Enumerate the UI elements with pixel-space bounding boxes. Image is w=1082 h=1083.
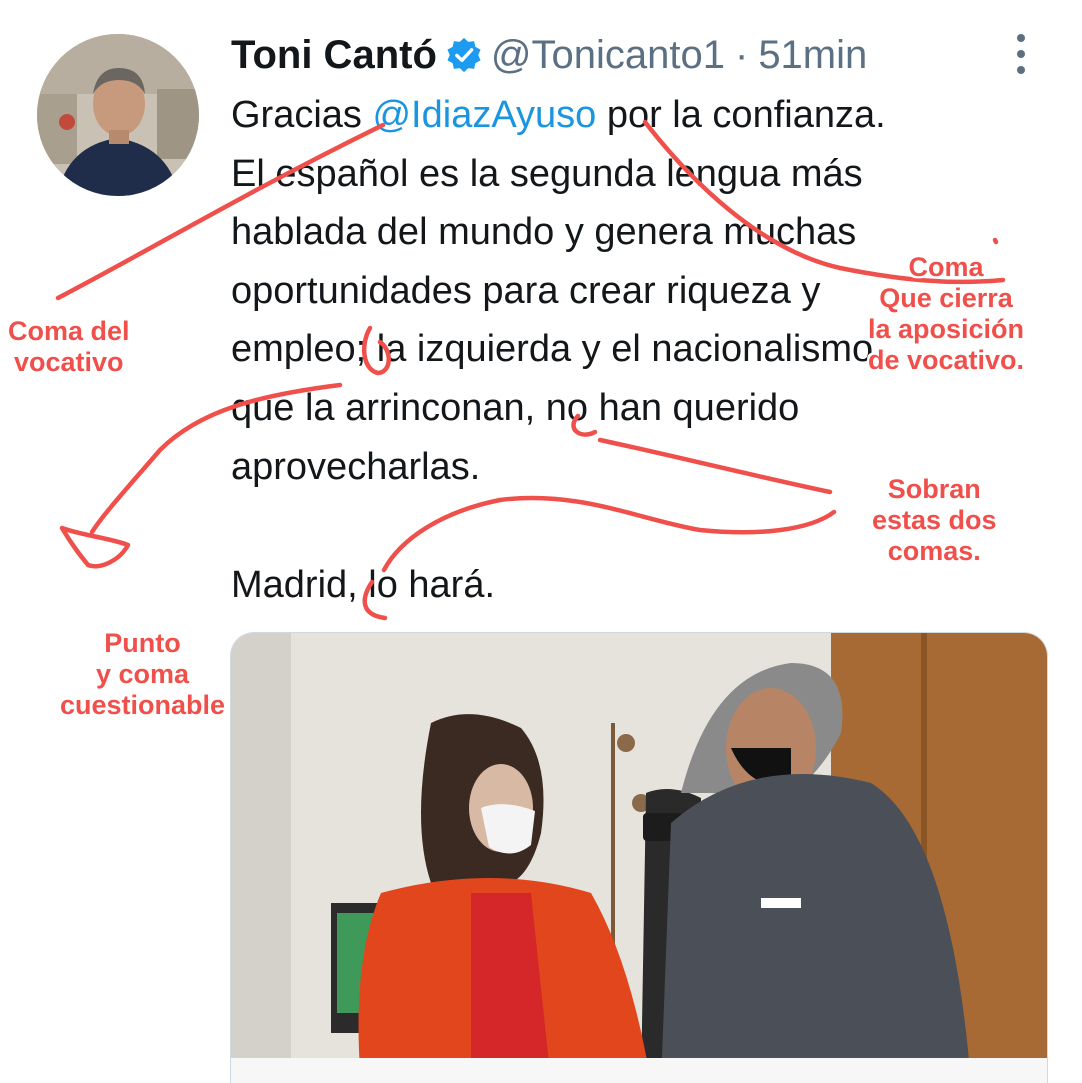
author-name[interactable]: Toni Cantó	[231, 33, 437, 78]
mention-link[interactable]: @IdiazAyuso	[372, 94, 596, 136]
annotation-coma-del-vocativo: Coma del vocativo	[8, 316, 130, 377]
tweet-timestamp[interactable]: 51min	[758, 33, 867, 78]
annotation-coma-aposicion: Coma Que cierra la aposición de vocativo…	[868, 252, 1025, 375]
more-vertical-icon[interactable]	[1006, 34, 1036, 74]
tweet-signoff: Madrid, lo hará.	[231, 564, 496, 606]
verified-badge-icon	[447, 37, 481, 73]
tweet-line: Gracias @IdiazAyuso por la confianza.	[231, 94, 886, 136]
tweet-media-photo[interactable]	[230, 632, 1048, 1083]
author-avatar[interactable]	[37, 34, 199, 196]
tweet-line: El español es la segunda lengua más	[231, 152, 863, 195]
header-separator: ·	[734, 32, 749, 77]
tweet-header: Toni Cantó @Tonicanto1 · 51min	[231, 26, 867, 84]
tweet-line: que la arrinconan, no han querido	[231, 386, 800, 429]
author-handle[interactable]: @Tonicanto1	[491, 33, 725, 78]
annotation-sobran-comas: Sobran estas dos comas.	[872, 474, 997, 566]
annotation-punto-y-coma: Punto y coma cuestionable	[60, 628, 226, 720]
